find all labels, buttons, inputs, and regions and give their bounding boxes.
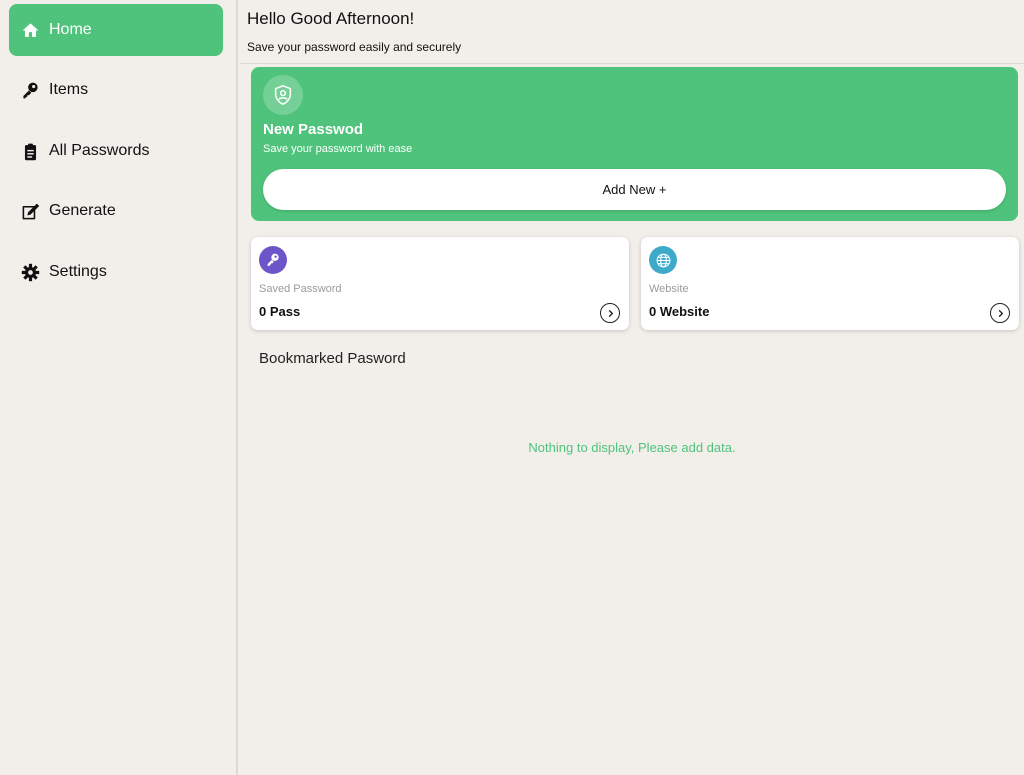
sidebar-item-settings[interactable]: Settings	[9, 246, 223, 298]
chevron-right-icon[interactable]	[990, 303, 1010, 323]
page-header: Hello Good Afternoon! Save your password…	[240, 0, 1024, 64]
new-password-title: New Passwod	[263, 121, 364, 138]
edit-icon	[20, 201, 40, 221]
new-password-subtitle: Save your password with ease	[263, 143, 413, 155]
card-value: 0 Pass	[259, 304, 301, 319]
empty-state-message: Nothing to display, Please add data.	[528, 440, 736, 455]
gear-icon	[20, 262, 40, 282]
sidebar-item-generate[interactable]: Generate	[9, 185, 223, 237]
card-label: Saved Password	[259, 283, 342, 295]
sidebar-item-label: Generate	[49, 202, 116, 219]
new-password-card: New Passwod Save your password with ease…	[251, 67, 1018, 221]
sidebar: Home Items All Passwords Generate Settin…	[0, 0, 238, 775]
sidebar-item-all-passwords[interactable]: All Passwords	[9, 125, 223, 177]
page-title: Hello Good Afternoon!	[247, 9, 415, 28]
home-icon	[20, 20, 40, 40]
user-shield-icon	[263, 75, 303, 115]
globe-icon	[649, 246, 677, 274]
key-icon	[20, 80, 40, 100]
saved-password-card[interactable]: Saved Password 0 Pass	[251, 237, 629, 330]
sidebar-item-home[interactable]: Home	[9, 4, 223, 56]
card-value: 0 Website	[649, 304, 710, 319]
main-content: Hello Good Afternoon! Save your password…	[240, 0, 1024, 775]
website-card[interactable]: Website 0 Website	[641, 237, 1019, 330]
chevron-right-icon[interactable]	[600, 303, 620, 323]
clipboard-icon	[20, 141, 40, 161]
sidebar-item-label: Home	[49, 21, 92, 38]
bookmarked-section-title: Bookmarked Pasword	[259, 350, 406, 367]
page-subtitle: Save your password easily and securely	[247, 40, 462, 54]
key-icon	[259, 246, 287, 274]
add-new-button[interactable]: Add New +	[263, 169, 1006, 210]
sidebar-item-label: Settings	[49, 263, 107, 280]
sidebar-item-label: All Passwords	[49, 142, 150, 159]
sidebar-item-label: Items	[49, 81, 89, 98]
card-label: Website	[649, 283, 689, 295]
sidebar-item-items[interactable]: Items	[9, 64, 223, 116]
